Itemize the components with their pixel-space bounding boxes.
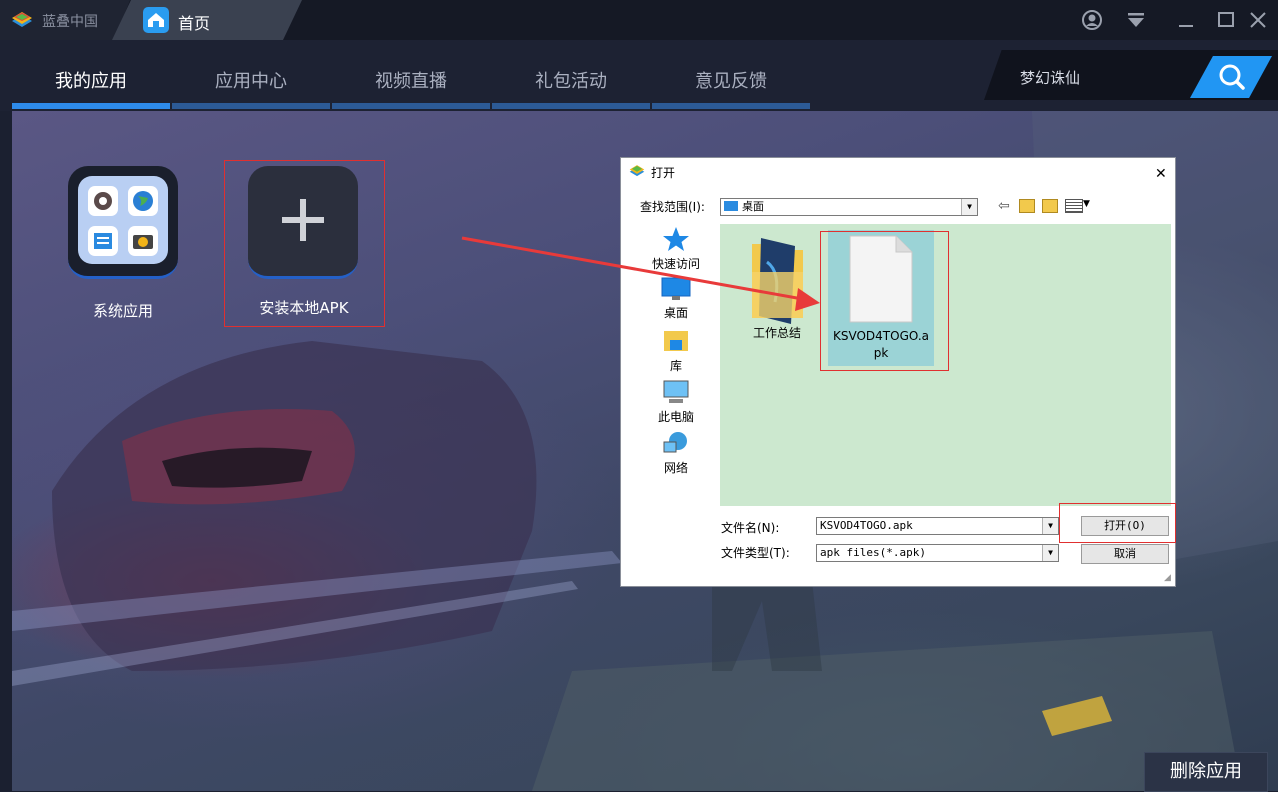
view-menu-icon[interactable] [1065, 199, 1083, 213]
title-bar: 蓝叠中国 首页 [0, 0, 1278, 40]
place-label: 快速访问 [651, 257, 700, 271]
view-dropdown-icon[interactable]: ▼ [1083, 199, 1090, 209]
tab-label: 我的应用 [55, 71, 127, 92]
star-icon [663, 227, 689, 251]
filename-input[interactable]: KSVOD4TOGO.apk ▼ [816, 517, 1059, 535]
bluestacks-logo-icon [12, 12, 32, 27]
tab-underline [12, 103, 170, 109]
cancel-button[interactable]: 取消 [1081, 544, 1169, 564]
place-label: 网络 [663, 461, 688, 475]
account-icon[interactable] [1080, 8, 1104, 32]
place-label: 桌面 [663, 306, 688, 320]
notes-icon [88, 226, 118, 256]
place-label: 此电脑 [657, 410, 694, 424]
search-input-value: 梦幻诛仙 [1020, 69, 1081, 87]
desktop-icon [724, 201, 738, 211]
settings-icon [88, 186, 118, 216]
tab-my-apps[interactable]: 我的应用 [12, 40, 170, 111]
place-desktop[interactable]: 桌面 [631, 277, 721, 321]
chevron-down-icon: ▼ [961, 199, 977, 215]
maximize-icon[interactable] [1214, 8, 1238, 32]
tab-underline [492, 103, 650, 109]
filename-label: 文件名(N): [721, 521, 780, 535]
tab-app-center[interactable]: 应用中心 [172, 40, 330, 111]
globe-icon [128, 186, 158, 216]
look-in-select[interactable]: 桌面 ▼ [720, 198, 978, 216]
filename-value: KSVOD4TOGO.apk [820, 519, 913, 532]
place-network[interactable]: 网络 [631, 430, 721, 476]
filetype-value: apk files(*.apk) [820, 546, 926, 559]
dialog-title: 打开 [651, 166, 676, 180]
delete-apps-button[interactable]: 删除应用 [1144, 752, 1268, 792]
desktop-monitor-icon [661, 277, 691, 300]
file-item-label: 工作总结 [752, 326, 801, 340]
tab-gift-events[interactable]: 礼包活动 [492, 40, 650, 111]
back-arrow-icon[interactable]: ⇦ [998, 198, 1010, 214]
network-icon [663, 432, 687, 453]
library-icon [664, 331, 688, 351]
tab-label: 意见反馈 [695, 71, 767, 92]
home-icon [143, 7, 169, 33]
system-apps-button[interactable] [68, 166, 178, 279]
place-quick-access[interactable]: 快速访问 [631, 226, 721, 272]
look-in-label: 查找范围(I): [640, 200, 705, 214]
tab-live-video[interactable]: 视频直播 [332, 40, 490, 111]
tab-label: 应用中心 [215, 71, 287, 92]
annotation-box-install [224, 160, 385, 327]
filetype-label: 文件类型(T): [721, 546, 790, 560]
place-library[interactable]: 库 [631, 328, 721, 374]
chevron-down-icon: ▼ [1042, 518, 1058, 534]
look-in-value: 桌面 [742, 200, 764, 213]
tab-underline [332, 103, 490, 109]
up-folder-icon[interactable] [1019, 199, 1035, 213]
new-folder-icon[interactable] [1042, 199, 1058, 213]
computer-icon [663, 380, 689, 403]
system-apps-icon [78, 176, 168, 264]
filetype-select[interactable]: apk files(*.apk) ▼ [816, 544, 1059, 562]
file-item-folder[interactable]: 工作总结 [732, 232, 822, 352]
chevron-down-icon: ▼ [1042, 545, 1058, 561]
menu-dropdown-icon[interactable] [1124, 8, 1148, 32]
tab-underline [652, 103, 810, 109]
tab-underline [172, 103, 330, 109]
dialog-app-icon [629, 165, 645, 177]
camera-icon [128, 226, 158, 256]
place-this-pc[interactable]: 此电脑 [631, 379, 721, 425]
minimize-icon[interactable] [1174, 8, 1198, 32]
close-icon[interactable] [1246, 8, 1270, 32]
tab-feedback[interactable]: 意见反馈 [652, 40, 810, 111]
annotation-box-apk-file [820, 231, 949, 371]
resize-grip-icon[interactable]: ◢ [1164, 573, 1171, 583]
brand-name: 蓝叠中国 [42, 14, 98, 30]
system-apps-label: 系统应用 [92, 302, 153, 320]
annotation-box-open-button [1059, 503, 1176, 543]
tab-label: 礼包活动 [535, 71, 607, 92]
places-bar: 快速访问 桌面 库 此电脑 网络 [631, 224, 721, 504]
folder-icon [752, 238, 803, 324]
place-label: 库 [669, 359, 682, 373]
tab-label: 视频直播 [375, 71, 447, 92]
dialog-close-icon[interactable]: ✕ [1155, 166, 1167, 182]
home-tab-label: 首页 [178, 14, 211, 33]
